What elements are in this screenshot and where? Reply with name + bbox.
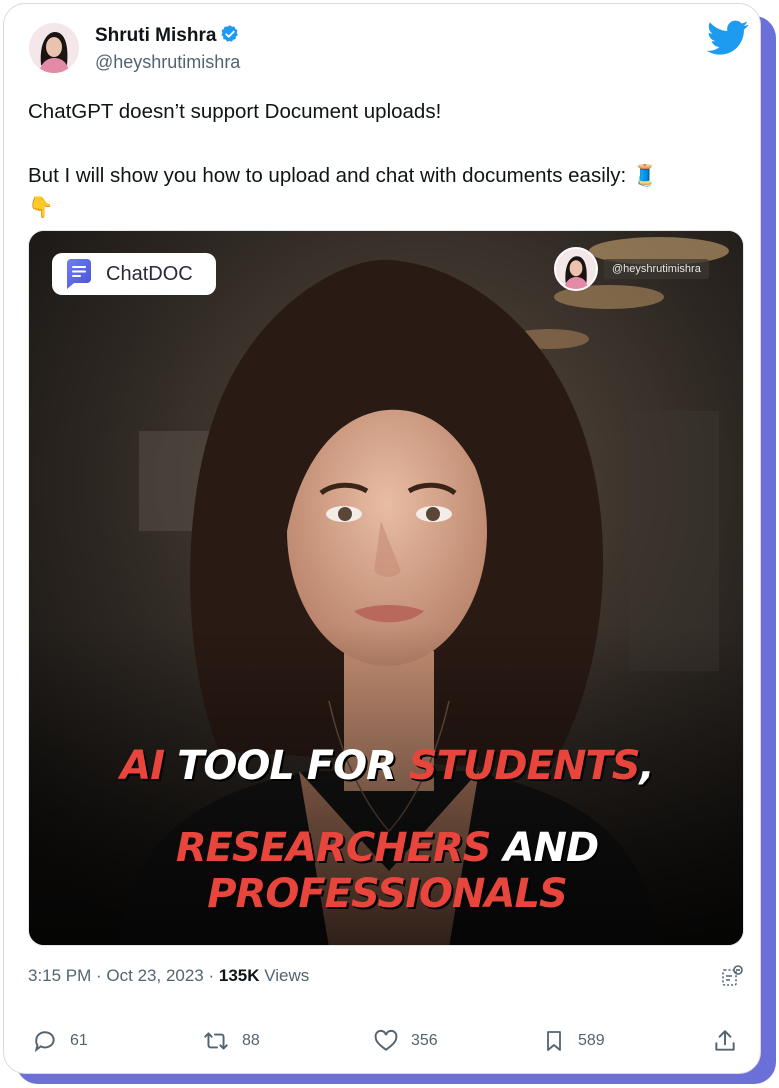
author-avatar[interactable] — [29, 23, 79, 73]
tweet-media-image[interactable]: ChatDOC @heyshrutimishra AI TOOL FOR STU… — [28, 230, 744, 946]
tweet-meta: 3:15 PM · Oct 23, 2023 · 135K Views — [28, 966, 310, 985]
headline-line-2: RESEARCHERS AND PROFESSIONALS — [175, 825, 599, 917]
verified-badge-icon — [220, 24, 240, 50]
reply-button[interactable]: 61 — [32, 1028, 88, 1054]
reply-count: 61 — [70, 1032, 88, 1049]
like-button[interactable]: 356 — [373, 1028, 438, 1054]
bookmark-count: 589 — [578, 1032, 605, 1049]
watermark-avatar — [554, 247, 598, 291]
share-icon — [715, 1030, 735, 1051]
pointing-down-emoji: 👇 — [28, 196, 54, 219]
bookmark-icon — [547, 1031, 561, 1051]
headline-line-1: AI TOOL FOR STUDENTS, — [120, 743, 654, 789]
thread-emoji: 🧵 — [631, 164, 658, 187]
views-count: 135K — [218, 966, 260, 985]
tweet-card[interactable]: Shruti Mishra @heyshrutimishra ChatGPT d… — [3, 3, 761, 1074]
reply-icon — [34, 1031, 55, 1053]
tweet-date[interactable]: Oct 23, 2023 — [106, 966, 203, 985]
chatdoc-badge: ChatDOC — [52, 253, 216, 295]
like-count: 356 — [411, 1032, 438, 1049]
views-label: Views — [264, 966, 310, 985]
media-watermark: @heyshrutimishra — [554, 247, 709, 291]
bookmark-button[interactable]: 589 — [542, 1028, 605, 1054]
watermark-handle: @heyshrutimishra — [604, 259, 709, 279]
tweet-actions: 61 88 356 589 — [32, 1028, 752, 1058]
tweet-text-line-2: But I will show you how to upload and ch… — [28, 164, 658, 187]
tweet-text: ChatGPT doesn’t support Document uploads… — [28, 96, 728, 224]
retweet-icon — [204, 1032, 228, 1050]
tweet-time[interactable]: 3:15 PM — [28, 966, 91, 985]
retweet-button[interactable]: 88 — [202, 1028, 260, 1054]
share-button[interactable] — [712, 1028, 738, 1054]
chatdoc-label: ChatDOC — [106, 262, 193, 285]
tweet-text-line-1: ChatGPT doesn’t support Document uploads… — [28, 100, 442, 123]
chat-document-icon — [67, 259, 91, 289]
author-name[interactable]: Shruti Mishra — [95, 24, 240, 50]
author-handle[interactable]: @heyshrutimishra — [95, 52, 240, 73]
analytics-icon[interactable] — [720, 965, 744, 994]
retweet-count: 88 — [242, 1032, 260, 1049]
heart-icon — [374, 1029, 398, 1051]
twitter-bird-icon[interactable] — [707, 20, 749, 61]
